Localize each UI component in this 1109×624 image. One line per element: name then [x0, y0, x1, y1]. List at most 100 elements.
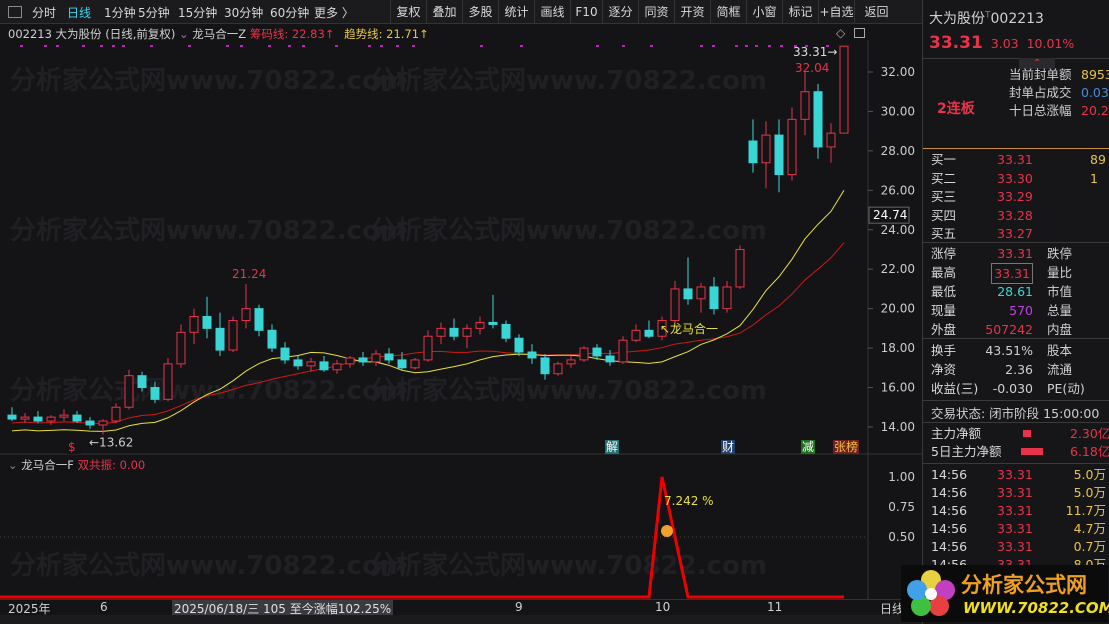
- signal-dot: [745, 45, 748, 47]
- tick-row: 14:56 33.31 5.0万: [931, 467, 1106, 482]
- signal-dot: [755, 45, 758, 47]
- stock-name: 大为股份: [929, 11, 985, 27]
- candle-body: [774, 134, 784, 176]
- bid-row: 买三 33.29: [931, 189, 1033, 204]
- candle-body: [241, 308, 251, 321]
- candle-body: [293, 359, 303, 367]
- bid-row: 买四 33.28: [931, 207, 1033, 223]
- tab-4[interactable]: 15分钟: [178, 4, 217, 21]
- candle-body: [137, 375, 147, 389]
- candle-body: [306, 361, 316, 367]
- toolbar-button-10[interactable]: 小窗: [746, 0, 782, 24]
- candle-body: [800, 91, 810, 120]
- stat-row: 收益(三) -0.030 PE(动): [931, 381, 1085, 396]
- toolbar-button-13[interactable]: 返回: [854, 0, 898, 24]
- toolbar-button-3[interactable]: 统计: [498, 0, 534, 24]
- indicator-dropdown-icon[interactable]: ⌄: [179, 27, 189, 41]
- tab-5[interactable]: 30分钟: [224, 4, 263, 21]
- candle-body: [566, 359, 576, 365]
- toolbar-button-5[interactable]: F10: [570, 0, 602, 24]
- candle-body: [449, 327, 459, 337]
- candle-body: [592, 347, 602, 357]
- y-tick-label: 28.00: [881, 144, 915, 158]
- bid-row: 买二 33.30 1: [931, 170, 1098, 186]
- candle-body: [72, 414, 82, 422]
- stock-code: 002213: [990, 11, 1044, 27]
- candle-body: [618, 339, 628, 363]
- window-toggle-icon[interactable]: [854, 28, 865, 38]
- high-label: 21.24: [232, 267, 266, 281]
- high-label: 32.04: [795, 61, 829, 75]
- stat-label: 量比: [1047, 265, 1073, 280]
- bottom-tabs[interactable]: [0, 615, 922, 624]
- toolbar: 分时 日线 1分钟 5分钟 15分钟 30分钟 60分钟 更多 〉 复权 叠加 多股 统计 画线 F10…: [0, 0, 922, 24]
- candle-body: [345, 357, 355, 365]
- candle-body: [163, 363, 173, 400]
- candle-body: [124, 375, 134, 408]
- stat-label: PE(动): [1047, 381, 1085, 396]
- event-marker: 财: [722, 440, 734, 454]
- kline-chart[interactable]: 32.00 30.00 28.00 26.00 24.00 22.00 20.00 18.00…: [0, 40, 922, 600]
- candle-body: [254, 308, 264, 331]
- signal-dot: [735, 45, 738, 47]
- y-tick-label: 22.00: [881, 262, 915, 276]
- y-tick-label: 0.75: [888, 500, 915, 514]
- candle-body: [527, 351, 537, 359]
- tab-1[interactable]: 日线: [67, 4, 91, 21]
- seal-value: 0.03倍: [1081, 85, 1109, 100]
- candle-body: [150, 387, 160, 400]
- toolbar-button-2[interactable]: 多股: [462, 0, 498, 24]
- candle-body: [462, 327, 472, 337]
- signal-dot: [112, 45, 115, 47]
- candle-body: [696, 286, 706, 300]
- candle-body: [787, 118, 797, 176]
- stat-value: 28.61: [997, 284, 1033, 299]
- toolbar-button-1[interactable]: 叠加: [426, 0, 462, 24]
- candle-body: [358, 357, 368, 363]
- y-tick-label: 32.00: [881, 65, 915, 79]
- event-marker: 解: [606, 440, 618, 454]
- signal-dot: [288, 45, 291, 47]
- signal-dot: [780, 45, 783, 47]
- tab-3[interactable]: 5分钟: [138, 4, 170, 21]
- signal-dot: [20, 45, 23, 47]
- seal-label: 当前封单额: [1009, 67, 1072, 82]
- toolbar-button-6[interactable]: 逐分: [602, 0, 638, 24]
- toolbar-button-9[interactable]: 简框: [710, 0, 746, 24]
- tick-volume: 5.0万: [1073, 485, 1106, 500]
- sub-indicator-name[interactable]: 龙马合一F: [21, 458, 74, 472]
- flow-value: 2.30亿: [1070, 426, 1109, 441]
- candle-body: [553, 363, 563, 375]
- toolbar-button-7[interactable]: 同资: [638, 0, 674, 24]
- toolbar-button-0[interactable]: 复权: [390, 0, 426, 24]
- indicator-dropdown-icon[interactable]: ⌄: [8, 458, 18, 472]
- candle-body: [228, 319, 238, 351]
- indicator-name[interactable]: 龙马合一Z: [192, 27, 246, 41]
- tab-0[interactable]: 分时: [32, 4, 56, 21]
- tab-6[interactable]: 60分钟: [270, 4, 309, 21]
- trade-status: 交易状态: 闭市阶段 15:00:00: [931, 406, 1100, 421]
- signal-dot: [240, 45, 243, 47]
- toolbar-button-11[interactable]: 标记: [782, 0, 818, 24]
- signal-dot: [480, 45, 483, 47]
- bid-price: 33.30: [997, 170, 1033, 186]
- candle-body: [813, 91, 823, 148]
- panel-toggle-icon[interactable]: [8, 6, 22, 18]
- bid-row: 买五 33.27: [931, 226, 1033, 241]
- bid-price: 33.31: [997, 152, 1033, 167]
- y-tick-label: 14.00: [881, 420, 915, 434]
- candle-body: [20, 416, 30, 420]
- tab-2[interactable]: 1分钟: [104, 4, 136, 21]
- toolbar-button-8[interactable]: 开资: [674, 0, 710, 24]
- signal-dot: [700, 45, 703, 47]
- stat-row: 外盘 507242 内盘: [931, 322, 1073, 337]
- bid-row: 买一 33.31 89: [931, 152, 1106, 167]
- stat-value: 2.36: [1005, 362, 1033, 377]
- toolbar-button-4[interactable]: 画线: [534, 0, 570, 24]
- stock-title: 002213 大为股份 (日线,前复权): [8, 27, 176, 41]
- diamond-icon[interactable]: ◇: [836, 26, 845, 40]
- signal-dot: [520, 45, 523, 47]
- toolbar-button-12[interactable]: +自选: [818, 0, 854, 24]
- tab-7[interactable]: 更多 〉: [314, 4, 354, 21]
- candle-body: [839, 45, 849, 134]
